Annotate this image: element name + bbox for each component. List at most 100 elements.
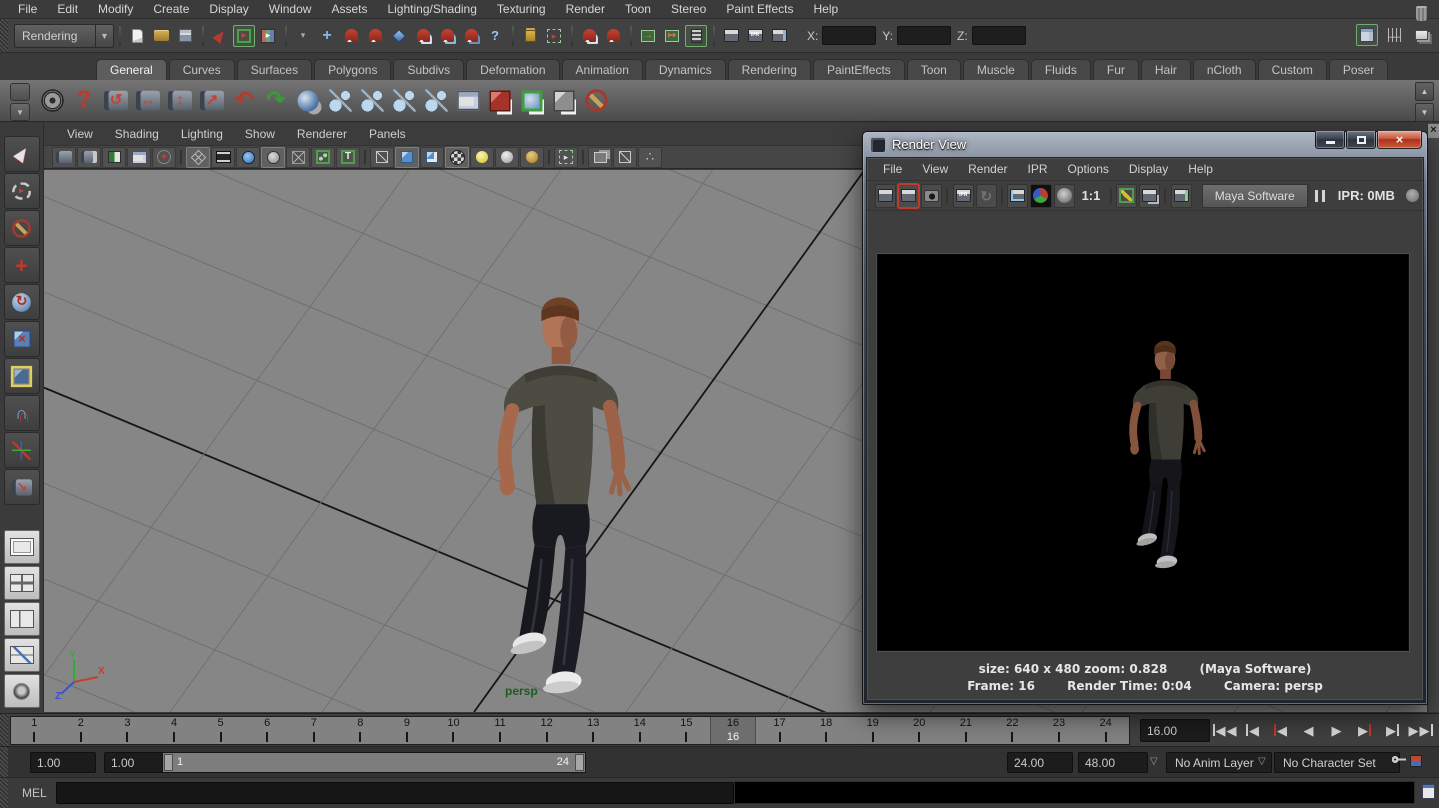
- undo-view-icon[interactable]: ↶: [229, 83, 259, 119]
- menu-file[interactable]: File: [8, 1, 47, 17]
- four-pane-layout-button[interactable]: [4, 566, 40, 600]
- camera-dolly-icon[interactable]: ↕: [165, 83, 195, 119]
- single-pane-layout-button[interactable]: [4, 530, 40, 564]
- show-manipulator-tool[interactable]: [4, 432, 40, 468]
- play-forwards-button[interactable]: ▶: [1324, 717, 1349, 743]
- xray-icon[interactable]: [613, 147, 637, 168]
- x-coordinate-input[interactable]: [822, 26, 876, 45]
- range-start-handle[interactable]: [164, 754, 173, 771]
- shelf-tab-muscle[interactable]: Muscle: [963, 59, 1029, 80]
- safe-title-icon[interactable]: T: [336, 147, 360, 168]
- viewport-menu-renderer[interactable]: Renderer: [286, 127, 358, 141]
- snap-menu-icon[interactable]: ▾: [292, 25, 314, 47]
- move-tool[interactable]: +: [4, 247, 40, 283]
- field-chart-icon[interactable]: [286, 147, 310, 168]
- single-joint-icon[interactable]: [421, 83, 451, 119]
- use-all-lights-icon[interactable]: [445, 147, 469, 168]
- frame-24[interactable]: 24: [1082, 717, 1129, 744]
- select-lattice-shelf-icon[interactable]: [549, 83, 579, 119]
- character-set-dropdown-arrow[interactable]: ▽: [1258, 756, 1266, 767]
- frame-8[interactable]: 8: [337, 717, 384, 744]
- animation-end-field[interactable]: [1078, 752, 1148, 773]
- menu-help[interactable]: Help: [804, 1, 849, 17]
- y-coordinate-input[interactable]: [897, 26, 951, 45]
- menu-display[interactable]: Display: [199, 1, 258, 17]
- universal-manipulator-tool[interactable]: [4, 358, 40, 394]
- safe-action-icon[interactable]: [311, 147, 335, 168]
- redo-previous-render-button[interactable]: [898, 184, 919, 208]
- render-view-menu-display[interactable]: Display: [1119, 162, 1178, 176]
- paint-effects-shelf-icon[interactable]: [581, 83, 611, 119]
- ipr-render-icon[interactable]: IPR: [744, 25, 766, 47]
- go-to-start-button[interactable]: ◀◀: [1212, 717, 1237, 743]
- snap-to-curves-2-icon[interactable]: [364, 25, 386, 47]
- menu-set-selector[interactable]: Rendering ▼: [14, 24, 114, 48]
- ipr-render-button[interactable]: IPR: [953, 184, 974, 208]
- camera-track-icon[interactable]: ↔: [133, 83, 163, 119]
- move-snap-icon[interactable]: +: [316, 25, 338, 47]
- snap-to-grids-icon[interactable]: [412, 25, 434, 47]
- current-time-field[interactable]: [1140, 719, 1210, 742]
- command-language-toggle[interactable]: MEL: [22, 786, 47, 800]
- frame-20[interactable]: 20: [896, 717, 943, 744]
- snap-magnet-a-icon[interactable]: [578, 25, 600, 47]
- snap-to-planes-icon[interactable]: [388, 25, 410, 47]
- step-back-frame-button[interactable]: ◀: [1240, 717, 1265, 743]
- camera-orbit-icon[interactable]: ↺: [101, 83, 131, 119]
- frame-15[interactable]: 15: [663, 717, 710, 744]
- delete-unused-nodes-icon[interactable]: [293, 83, 323, 119]
- frame-11[interactable]: 11: [477, 717, 524, 744]
- script-editor-icon[interactable]: [1422, 784, 1435, 799]
- lasso-select-tool[interactable]: ▸: [4, 173, 40, 209]
- shelf-scroll-down-icon[interactable]: ▼: [1415, 103, 1434, 122]
- render-view-menu-options[interactable]: Options: [1058, 162, 1119, 176]
- shelf-tab-poser[interactable]: Poser: [1329, 59, 1388, 80]
- frame-9[interactable]: 9: [384, 717, 431, 744]
- character-set-select[interactable]: No Character Set: [1274, 752, 1400, 773]
- resolution-gate-icon[interactable]: [236, 147, 260, 168]
- new-scene-icon[interactable]: [126, 25, 148, 47]
- render-view-menu-help[interactable]: Help: [1178, 162, 1223, 176]
- hypergraph-icon[interactable]: [453, 83, 483, 119]
- menu-stereo[interactable]: Stereo: [661, 1, 716, 17]
- snap-magnet-b-icon[interactable]: [602, 25, 624, 47]
- render-current-frame-button[interactable]: [875, 184, 896, 208]
- outliner-persp-layout-button[interactable]: [4, 602, 40, 636]
- animation-start-field[interactable]: [30, 752, 96, 773]
- menu-create[interactable]: Create: [143, 1, 199, 17]
- default-lighting-icon[interactable]: [470, 147, 494, 168]
- joint-pair-icon[interactable]: [389, 83, 419, 119]
- channel-box-toggle-icon[interactable]: [1356, 24, 1378, 46]
- shelf-tab-rendering[interactable]: Rendering: [728, 59, 811, 80]
- render-view-titlebar[interactable]: Render View ×: [866, 132, 1424, 157]
- snap-to-points-icon[interactable]: [436, 25, 458, 47]
- frame-23[interactable]: 23: [1036, 717, 1083, 744]
- shelf-tab-curves[interactable]: Curves: [169, 59, 235, 80]
- playback-start-field[interactable]: [104, 752, 170, 773]
- renderer-select[interactable]: Maya Software: [1202, 184, 1308, 208]
- custom-layout-button[interactable]: [4, 674, 40, 708]
- step-forward-frame-button[interactable]: ▶: [1380, 717, 1405, 743]
- shelf-tab-hair[interactable]: Hair: [1141, 59, 1191, 80]
- frame-16[interactable]: 1616: [710, 717, 757, 744]
- wireframe-icon[interactable]: [370, 147, 394, 168]
- textured-icon[interactable]: [420, 147, 444, 168]
- frame-10[interactable]: 10: [430, 717, 477, 744]
- input-connections-icon[interactable]: →: [637, 25, 659, 47]
- render-view-menu-render[interactable]: Render: [958, 162, 1017, 176]
- open-render-settings-button[interactable]: [1116, 184, 1137, 208]
- menu-window[interactable]: Window: [259, 1, 322, 17]
- viewport-menu-panels[interactable]: Panels: [358, 127, 417, 141]
- frame-21[interactable]: 21: [943, 717, 990, 744]
- scale-tool[interactable]: ×: [4, 321, 40, 357]
- status-line-grip[interactable]: [0, 19, 8, 52]
- frame-19[interactable]: 19: [849, 717, 896, 744]
- range-slider-track[interactable]: 1 24: [162, 752, 586, 773]
- shelf-tab-fur[interactable]: Fur: [1093, 59, 1139, 80]
- grid-toggle-icon[interactable]: [186, 147, 210, 168]
- menu-toon[interactable]: Toon: [615, 1, 661, 17]
- anim-layer-dropdown-arrow[interactable]: ▽: [1150, 756, 1158, 767]
- shelf-tab-surfaces[interactable]: Surfaces: [237, 59, 312, 80]
- frame-1[interactable]: 1: [11, 717, 58, 744]
- frame-7[interactable]: 7: [290, 717, 337, 744]
